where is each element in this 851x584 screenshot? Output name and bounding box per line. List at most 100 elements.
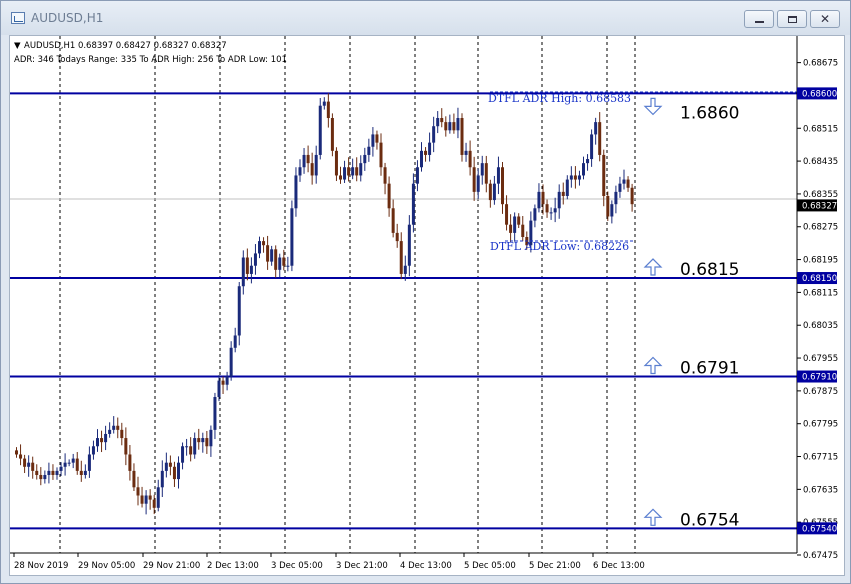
candle-body <box>565 179 569 196</box>
candle-body <box>112 425 116 430</box>
time-tick-label: 4 Dec 13:00 <box>400 561 452 571</box>
candle-body <box>217 380 221 398</box>
candle-body <box>294 175 298 209</box>
candle-body <box>614 191 618 205</box>
candle-body <box>379 142 383 168</box>
candle-body <box>120 429 124 439</box>
level-label: 1.6860 <box>680 103 739 123</box>
candle-body <box>420 150 423 168</box>
candle-body <box>594 122 598 135</box>
candle-body <box>124 438 128 455</box>
grid <box>59 36 636 553</box>
restore-icon <box>787 15 797 23</box>
minimize-button[interactable] <box>744 10 774 28</box>
candle-body <box>79 470 83 475</box>
candle-body <box>363 154 367 164</box>
candle-body <box>630 187 634 205</box>
candle-body <box>96 438 99 447</box>
candle-body <box>168 462 172 467</box>
time-tick-label: 3 Dec 05:00 <box>271 561 323 571</box>
level-price-tag-label: 0.67910 <box>802 373 837 383</box>
time-tick-label: 29 Nov 21:00 <box>143 561 200 571</box>
candle-body <box>128 454 132 471</box>
candle-body <box>91 446 95 455</box>
candle-body <box>351 167 355 176</box>
candle-body <box>626 179 630 188</box>
candle-body <box>104 433 108 443</box>
candle-body <box>537 191 541 209</box>
candle-body <box>75 458 79 471</box>
window-title: AUDUSD,H1 <box>31 11 104 25</box>
price-chart[interactable]: ▼ AUDUSD,H1 0.68397 0.68427 0.68327 0.68… <box>10 36 844 575</box>
candle-body <box>205 438 209 447</box>
candle-body <box>245 257 249 274</box>
candle-body <box>298 167 302 176</box>
candle-body <box>468 150 472 168</box>
candle-body <box>521 224 525 238</box>
candle-body <box>553 208 557 213</box>
candle-body <box>35 470 39 475</box>
candle-body <box>318 105 322 155</box>
level-label: 0.6754 <box>680 510 739 530</box>
candle-body <box>399 241 403 274</box>
candle-body <box>152 499 156 508</box>
candle-body <box>274 249 278 270</box>
close-button[interactable]: ✕ <box>810 10 840 28</box>
candle-body <box>262 241 266 246</box>
candle-body <box>375 134 379 143</box>
current-price-label: 0.68327 <box>802 201 837 211</box>
candle-body <box>355 167 359 176</box>
candle-body <box>209 429 213 447</box>
candle-body <box>193 438 197 455</box>
level-label: 0.6815 <box>680 260 739 280</box>
candle-body <box>282 257 286 266</box>
candle-body <box>505 204 509 225</box>
candle-body <box>258 241 261 254</box>
candle-body <box>501 167 504 205</box>
candle-body <box>606 195 610 217</box>
candle-body <box>59 466 63 471</box>
candle-body <box>598 122 602 155</box>
candle-body <box>326 101 330 119</box>
candle-body <box>144 495 148 504</box>
level-lines <box>10 92 797 530</box>
time-tick-label: 29 Nov 05:00 <box>78 561 135 571</box>
candle-body <box>582 163 585 176</box>
price-tick-label: 0.68435 <box>803 157 838 167</box>
time-tick-label: 2 Dec 13:00 <box>207 561 259 571</box>
chart-area[interactable]: ▼ AUDUSD,H1 0.68397 0.68427 0.68327 0.68… <box>9 35 845 576</box>
candle-body <box>569 175 573 180</box>
candle-body <box>140 495 144 504</box>
price-tick-label: 0.67635 <box>803 485 838 495</box>
time-axis[interactable]: 28 Nov 2019 29 Nov 05:00 29 Nov 21:00 2 Dec… <box>13 553 645 571</box>
candle-body <box>460 118 464 155</box>
candle-body <box>225 376 229 385</box>
candle-body <box>229 347 233 377</box>
candle-body <box>407 224 411 266</box>
candle-body <box>541 191 545 205</box>
candle-body <box>136 487 140 496</box>
candle-body <box>87 454 91 471</box>
candle-body <box>185 446 189 448</box>
time-tick-label: 5 Dec 21:00 <box>529 561 581 571</box>
candle-body <box>428 142 432 155</box>
restore-button[interactable] <box>777 10 807 28</box>
candle-body <box>189 446 193 455</box>
candle-body <box>148 495 152 500</box>
candle-body <box>160 470 164 488</box>
title-bar[interactable]: AUDUSD,H1 ✕ <box>1 1 850 35</box>
candle-body <box>302 154 306 168</box>
candle-body <box>31 462 35 471</box>
candle-body <box>334 150 338 176</box>
adr-low-label: DTFL ADR Low: 0.68226 <box>490 240 629 253</box>
candle-body <box>452 122 456 131</box>
candle-body <box>286 265 290 267</box>
candle-body <box>480 163 484 176</box>
header-dropdown-icon[interactable]: ▼ <box>14 41 21 51</box>
candle-body <box>618 183 622 192</box>
candle-body <box>221 380 225 385</box>
candle-body <box>306 154 310 164</box>
price-tick-label: 0.67475 <box>803 551 838 561</box>
candle-body <box>359 163 363 176</box>
candle-body <box>347 167 351 176</box>
